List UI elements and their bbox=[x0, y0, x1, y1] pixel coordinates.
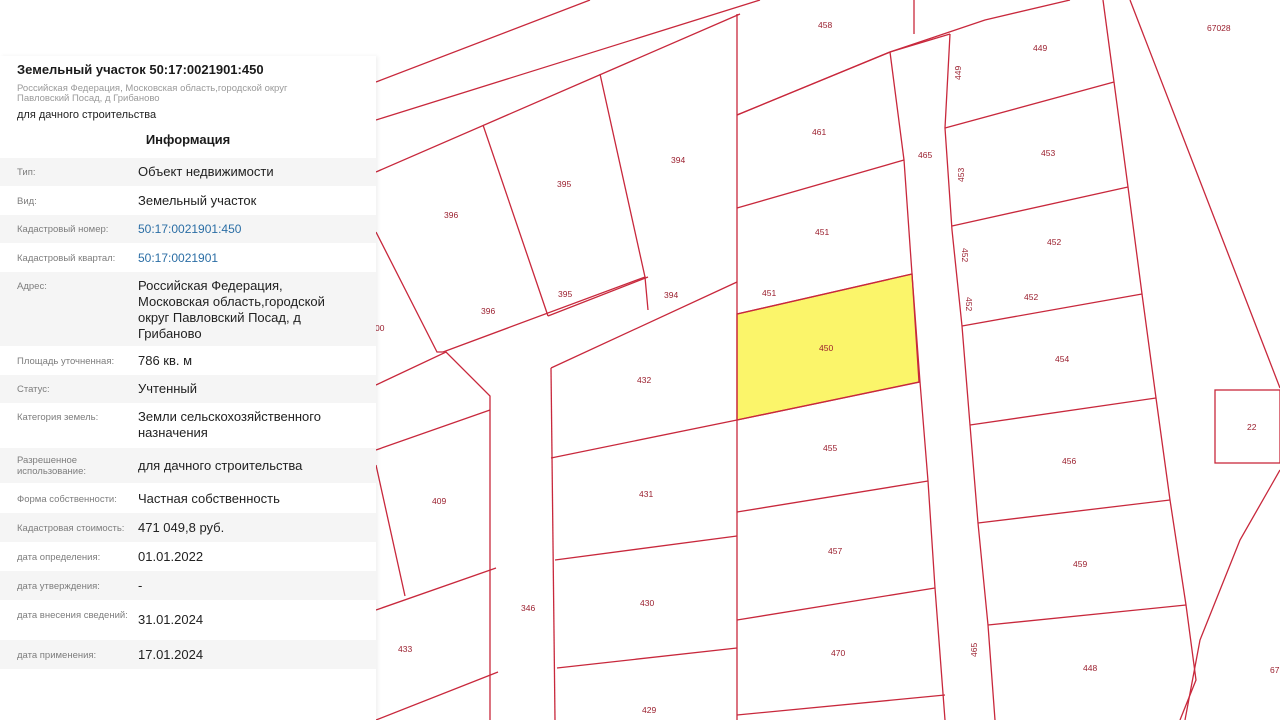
row-label: дата определения: bbox=[17, 552, 101, 563]
info-row-status: Статус: Учтенный bbox=[0, 375, 376, 403]
plot-label: 67028 bbox=[1207, 23, 1231, 33]
info-row-type: Тип: Объект недвижимости bbox=[0, 158, 376, 186]
cadastral-number-link[interactable]: 50:17:0021901:450 bbox=[138, 221, 348, 237]
row-value: Объект недвижимости bbox=[138, 164, 274, 179]
plot-label: 450 bbox=[819, 343, 833, 353]
info-row-cadastral-number: Кадастровый номер: 50:17:0021901:450 bbox=[0, 215, 376, 243]
plot-label: 451 bbox=[762, 288, 776, 298]
info-row-cadastral-value: Кадастровая стоимость: 471 049,8 руб. bbox=[0, 513, 376, 542]
info-row-approval-date: дата утверждения: - bbox=[0, 571, 376, 600]
row-value: 786 кв. м bbox=[138, 353, 193, 368]
plot-label: 429 bbox=[642, 705, 656, 715]
plot-label: 346 bbox=[521, 603, 535, 613]
address-line: Павловский Посад, д Грибаново bbox=[17, 93, 160, 104]
info-row-kind: Вид: Земельный участок bbox=[0, 186, 376, 215]
plot-label: 394 bbox=[664, 290, 678, 300]
plot-label: 453 bbox=[956, 168, 966, 182]
info-row-application-date: дата применения: 17.01.2024 bbox=[0, 640, 376, 669]
row-label: Разрешенное использование: bbox=[17, 455, 87, 477]
plot-label: 452 bbox=[1047, 237, 1061, 247]
info-panel: Земельный участок 50:17:0021901:450 Росс… bbox=[0, 56, 376, 720]
plot-label: 395 bbox=[558, 289, 572, 299]
plot-label: 456 bbox=[1062, 456, 1076, 466]
row-value: Российская Федерация, Московская область… bbox=[138, 278, 325, 341]
plot-label: 433 bbox=[398, 644, 412, 654]
panel-address: Российская Федерация, Московская область… bbox=[17, 84, 317, 104]
row-label: Вид: bbox=[17, 196, 37, 207]
plot-label: 454 bbox=[1055, 354, 1069, 364]
row-label: Форма собственности: bbox=[17, 494, 117, 505]
row-label: Адрес: bbox=[17, 281, 47, 292]
plot-label: 461 bbox=[812, 127, 826, 137]
plot-label: 457 bbox=[828, 546, 842, 556]
info-row-determination-date: дата определения: 01.01.2022 bbox=[0, 542, 376, 571]
plot-label: 67 bbox=[1270, 665, 1280, 675]
row-value: 471 049,8 руб. bbox=[138, 520, 225, 535]
row-label: Статус: bbox=[17, 384, 50, 395]
plot-label: 470 bbox=[831, 648, 845, 658]
panel-title: Земельный участок 50:17:0021901:450 bbox=[17, 62, 264, 77]
row-label: Категория земель: bbox=[17, 412, 99, 423]
row-value: 17.01.2024 bbox=[138, 647, 204, 662]
plot-label: 409 bbox=[432, 496, 446, 506]
plot-label: 00 bbox=[375, 323, 385, 333]
panel-usage: для дачного строительства bbox=[17, 109, 157, 121]
row-label: дата применения: bbox=[17, 650, 97, 661]
info-row-cadastral-quarter: Кадастровый квартал: 50:17:0021901 bbox=[0, 243, 376, 272]
info-row-ownership: Форма собственности: Частная собственнос… bbox=[0, 483, 376, 513]
info-row-entry-date: дата внесения сведений: 31.01.2024 bbox=[0, 600, 376, 640]
row-label: Кадастровый квартал: bbox=[17, 253, 116, 264]
row-value: 01.01.2022 bbox=[138, 549, 204, 564]
row-label: Тип: bbox=[17, 167, 36, 178]
row-label: Кадастровая стоимость: bbox=[17, 523, 125, 534]
plot-label: 451 bbox=[815, 227, 829, 237]
plot-label: 449 bbox=[953, 66, 963, 80]
plot-label: 455 bbox=[823, 443, 837, 453]
row-value: для дачного строительства bbox=[138, 458, 303, 473]
row-label: Площадь уточненная: bbox=[17, 356, 115, 367]
plot-label: 431 bbox=[639, 489, 653, 499]
plot-label: 395 bbox=[557, 179, 571, 189]
plot-label: 448 bbox=[1083, 663, 1097, 673]
row-value: Учтенный bbox=[138, 381, 198, 396]
row-value: 31.01.2024 bbox=[138, 612, 204, 627]
row-value: Земельный участок bbox=[138, 193, 257, 208]
info-row-land-category: Категория земель: Земли сельскохозяйстве… bbox=[0, 403, 376, 448]
plot-label: 452 bbox=[1024, 292, 1038, 302]
row-value: Частная собственность bbox=[138, 491, 280, 506]
plot-label: 452 bbox=[960, 248, 970, 262]
plot-label: 394 bbox=[671, 155, 685, 165]
plot-label: 432 bbox=[637, 375, 651, 385]
plot-label: 396 bbox=[444, 210, 458, 220]
row-label: Кадастровый номер: bbox=[17, 224, 109, 235]
row-value: Земли сельскохозяйственного назначения bbox=[138, 409, 321, 440]
plot-label: 449 bbox=[1033, 43, 1047, 53]
cadastral-quarter-link[interactable]: 50:17:0021901 bbox=[138, 250, 348, 266]
row-label: дата утверждения: bbox=[17, 581, 100, 592]
plot-label: 396 bbox=[481, 306, 495, 316]
plot-label: 22 bbox=[1247, 422, 1257, 432]
row-value: - bbox=[138, 578, 143, 593]
row-label: дата внесения сведений: bbox=[17, 610, 128, 621]
plot-label: 452 bbox=[964, 297, 974, 311]
info-row-address: Адрес: Российская Федерация, Московская … bbox=[0, 272, 376, 346]
info-row-area: Площадь уточненная: 786 кв. м bbox=[0, 346, 376, 375]
plot-label: 458 bbox=[818, 20, 832, 30]
plot-label: 465 bbox=[918, 150, 932, 160]
info-row-permitted-use: Разрешенное использование: для дачного с… bbox=[0, 448, 376, 483]
plot-label: 453 bbox=[1041, 148, 1055, 158]
plot-label: 465 bbox=[969, 643, 979, 657]
plot-label: 430 bbox=[640, 598, 654, 608]
section-title: Информация bbox=[145, 132, 231, 147]
plot-label: 459 bbox=[1073, 559, 1087, 569]
